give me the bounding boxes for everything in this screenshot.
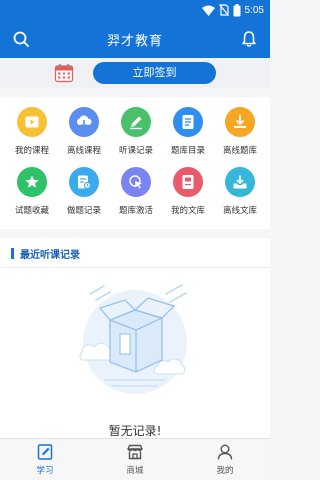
tab-label: 我的 xyxy=(216,466,234,476)
grid-item-practice-records[interactable]: 做题记录 xyxy=(57,167,111,216)
download-icon xyxy=(234,115,246,128)
no-sim-icon xyxy=(218,4,229,16)
empty-box-illustration xyxy=(79,284,187,394)
book-icon xyxy=(182,175,194,189)
status-icons: 5:05 xyxy=(201,3,264,17)
grid-item-offline-questions[interactable]: 离线题库 xyxy=(213,107,267,156)
bell-icon[interactable] xyxy=(240,30,258,48)
grid-item-offline-courses[interactable]: 离线课程 xyxy=(57,107,111,156)
store-icon xyxy=(127,444,143,460)
pencil-icon xyxy=(130,116,142,130)
record-icon xyxy=(78,175,92,190)
grid-item-favorite-questions[interactable]: 试题收藏 xyxy=(5,167,59,216)
grid-item-my-library[interactable]: 我的文库 xyxy=(161,167,215,216)
feature-grid: 我的课程 离线课程 听课记录 题库目录 离线题库 试题收藏 做题记录 题库激活 … xyxy=(0,97,270,229)
empty-state-text: 暂无记录! xyxy=(108,424,162,438)
tab-label: 商城 xyxy=(126,466,144,476)
play-icon xyxy=(25,116,39,128)
cursor-icon xyxy=(129,175,142,189)
status-bar: 5:05 xyxy=(0,0,270,20)
person-icon xyxy=(217,444,233,460)
grid-item-label: 试题收藏 xyxy=(14,206,49,216)
calendar-icon xyxy=(54,64,74,83)
grid-item-label: 听课记录 xyxy=(118,146,153,156)
tab-study[interactable]: 学习 xyxy=(15,443,75,476)
grid-item-listening-records[interactable]: 听课记录 xyxy=(109,107,163,156)
grid-item-my-courses[interactable]: 我的课程 xyxy=(5,107,59,156)
study-icon xyxy=(37,444,53,460)
grid-item-offline-library[interactable]: 离线文库 xyxy=(213,167,267,216)
bottom-tab-bar: 学习 商城 我的 xyxy=(0,438,270,480)
section-title: 最近听课记录 xyxy=(20,250,80,261)
empty-state: 暂无记录! xyxy=(0,268,270,438)
tab-mine[interactable]: 我的 xyxy=(195,443,255,476)
wifi-icon xyxy=(201,5,215,16)
section-accent-bar xyxy=(11,248,14,259)
grid-item-question-activation[interactable]: 题库激活 xyxy=(109,167,163,216)
grid-item-label: 题库目录 xyxy=(170,146,205,156)
battery-icon xyxy=(233,3,241,16)
checkin-button[interactable]: 立即签到 xyxy=(93,62,216,84)
cloud-download-icon xyxy=(76,115,92,129)
grid-item-label: 离线课程 xyxy=(66,146,101,156)
app-title: 羿才教育 xyxy=(106,34,163,49)
checkin-row: 立即签到 xyxy=(0,58,270,88)
app-bar: 羿才教育 xyxy=(0,20,270,58)
tab-store[interactable]: 商城 xyxy=(105,443,165,476)
grid-item-label: 离线题库 xyxy=(222,146,257,156)
document-icon xyxy=(182,115,194,129)
recent-listening-header: 最近听课记录 xyxy=(0,238,270,268)
clock: 5:05 xyxy=(244,4,264,16)
grid-item-label: 我的文库 xyxy=(170,206,205,216)
grid-item-question-catalog[interactable]: 题库目录 xyxy=(161,107,215,156)
grid-item-label: 离线文库 xyxy=(222,206,257,216)
tray-download-icon xyxy=(233,175,247,189)
star-icon xyxy=(25,175,39,188)
tab-label: 学习 xyxy=(36,466,54,476)
grid-item-label: 题库激活 xyxy=(118,206,153,216)
grid-item-label: 我的课程 xyxy=(14,146,49,156)
grid-item-label: 做题记录 xyxy=(66,206,101,216)
